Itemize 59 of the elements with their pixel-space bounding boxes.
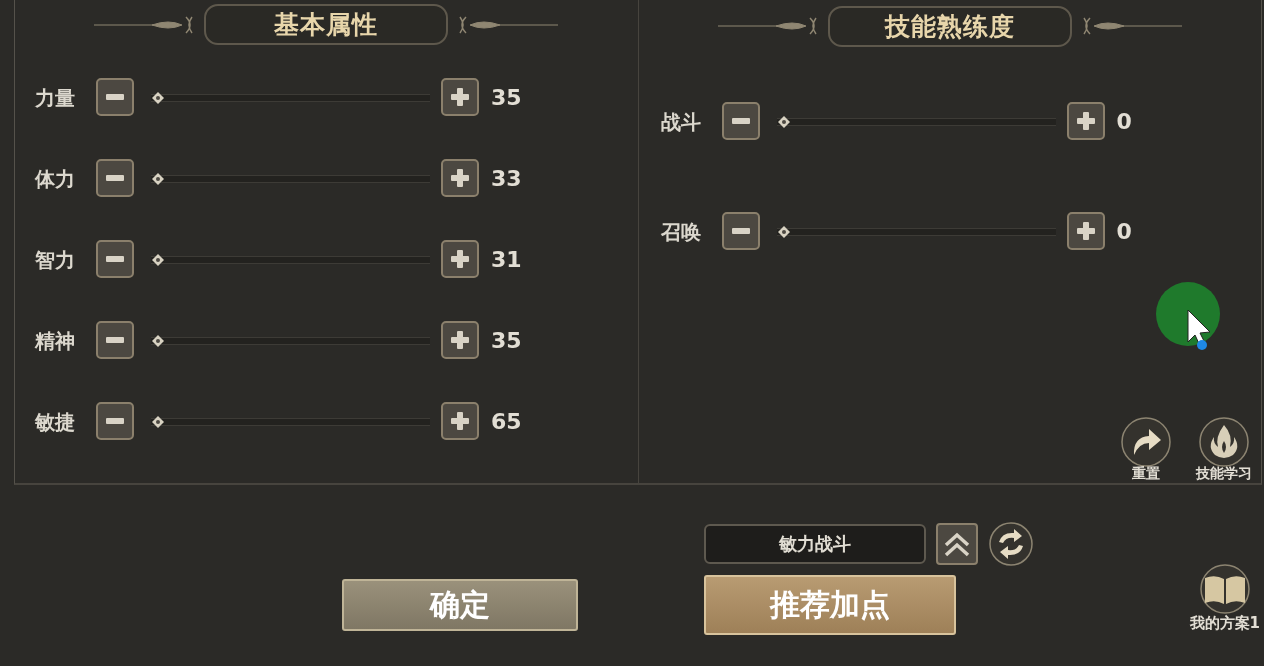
plus-icon	[451, 88, 469, 106]
section-title: 基本属性	[204, 4, 449, 45]
plus-icon	[1076, 112, 1095, 130]
plus-button[interactable]	[441, 159, 479, 197]
minus-icon	[106, 418, 124, 424]
slider-thumb[interactable]	[776, 115, 791, 129]
slider-thumb[interactable]	[151, 334, 165, 348]
stat-value: 33	[491, 165, 522, 193]
minus-icon	[106, 94, 124, 100]
minus-button[interactable]	[96, 402, 134, 440]
slider-thumb[interactable]	[151, 172, 165, 186]
slider-thumb[interactable]	[776, 225, 791, 239]
minus-icon	[106, 337, 124, 343]
plus-button[interactable]	[441, 402, 479, 440]
minus-button[interactable]	[96, 240, 134, 278]
expand-button[interactable]	[936, 523, 978, 565]
stat-value: 65	[491, 408, 522, 436]
slider-thumb[interactable]	[151, 415, 165, 429]
minus-icon	[106, 175, 124, 181]
plus-icon	[451, 412, 469, 430]
plus-icon	[451, 169, 469, 187]
plus-button[interactable]	[441, 240, 479, 278]
plan-field[interactable]: 敏力战斗	[704, 524, 926, 564]
plus-button[interactable]	[441, 78, 479, 116]
my-plan-button[interactable]: 我的方案1	[1189, 564, 1260, 646]
plus-button[interactable]	[1066, 212, 1105, 250]
stat-label: 敏捷	[35, 409, 76, 436]
minus-button[interactable]	[96, 159, 134, 197]
reset-button[interactable]: 重置	[1117, 417, 1175, 483]
minus-icon	[731, 118, 750, 124]
plus-icon	[451, 331, 469, 349]
minus-button[interactable]	[721, 212, 760, 250]
stat-label: 体力	[35, 166, 76, 193]
minus-button[interactable]	[96, 78, 134, 116]
slider-thumb[interactable]	[151, 91, 165, 105]
refresh-icon[interactable]	[988, 521, 1034, 567]
stat-value: 35	[491, 327, 522, 355]
plus-icon	[1076, 222, 1095, 240]
minus-icon	[731, 228, 750, 234]
confirm-button[interactable]: 确定	[342, 579, 578, 631]
plus-button[interactable]	[1066, 102, 1105, 140]
stat-value: 0	[1116, 108, 1132, 136]
stat-value: 35	[491, 84, 522, 112]
slider-thumb[interactable]	[151, 253, 165, 267]
plus-button[interactable]	[441, 321, 479, 359]
stat-label: 智力	[35, 247, 76, 274]
minus-button[interactable]	[96, 321, 134, 359]
minus-button[interactable]	[721, 102, 760, 140]
touch-cursor-icon	[1156, 282, 1222, 352]
stat-label: 精神	[35, 328, 76, 355]
stat-label: 力量	[35, 85, 76, 112]
stat-label: 召唤	[660, 219, 702, 246]
stat-value: 0	[1116, 218, 1132, 246]
plus-icon	[451, 250, 469, 268]
section-title: 技能熟练度	[827, 5, 1072, 47]
stat-value: 31	[491, 246, 522, 274]
minus-icon	[106, 256, 124, 262]
learn-button[interactable]: 技能学习	[1195, 417, 1253, 483]
stat-label: 战斗	[660, 109, 702, 136]
